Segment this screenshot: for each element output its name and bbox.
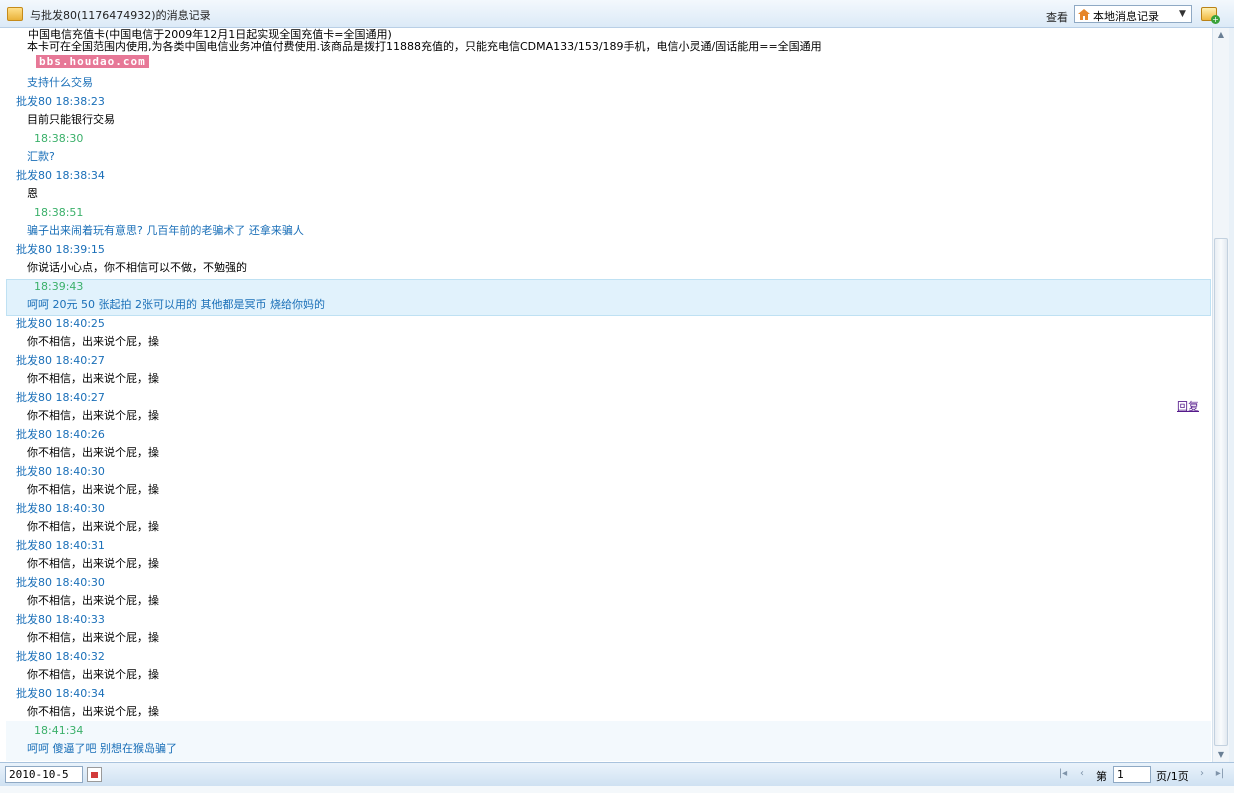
home-icon (1078, 9, 1090, 20)
contact-message: 你不相信，出来说个屁，操 (27, 483, 159, 496)
date-field[interactable]: 2010-10-5 (5, 766, 83, 783)
title-bar: 与批发80(1176474932)的消息记录 查看 本地消息记录 ▼ + (0, 0, 1234, 28)
contact-message: 你不相信，出来说个屁，操 (27, 631, 159, 644)
view-label: 查看 (1046, 11, 1068, 24)
sender-timestamp: 批发80 18:40:30 (16, 576, 105, 589)
contact-message: 你不相信，出来说个屁，操 (27, 557, 159, 570)
sender-timestamp: 批发80 18:40:34 (16, 687, 105, 700)
sender-timestamp: 批发80 18:40:32 (16, 650, 105, 663)
sender-timestamp: 批发80 18:40:30 (16, 465, 105, 478)
my-message: 汇款? (27, 150, 55, 163)
sender-timestamp: 批发80 18:38:34 (16, 169, 105, 182)
sender-timestamp: 批发80 18:38:23 (16, 95, 105, 108)
page-total: 页/1页 (1156, 770, 1189, 783)
first-page-icon[interactable]: |◂ (1056, 767, 1070, 781)
message-log: 中国电信充值卡(中国电信于2009年12月1日起实现全国充值卡=全国通用) 本卡… (0, 28, 1212, 762)
window-title: 与批发80(1176474932)的消息记录 (30, 9, 211, 22)
sender-timestamp: 批发80 18:40:25 (16, 317, 105, 330)
chevron-down-icon[interactable]: ▼ (1174, 6, 1191, 22)
contact-message: 你不相信，出来说个屁，操 (27, 409, 159, 422)
calendar-icon[interactable] (87, 767, 102, 782)
history-source-value: 本地消息记录 (1093, 10, 1159, 23)
contact-message: 目前只能银行交易 (27, 113, 115, 126)
window-frame-right (1229, 28, 1234, 762)
my-message: 呵呵 20元 50 张起拍 2张可以用的 其他都是冥币 烧给你妈的 (27, 298, 325, 311)
my-message: 支持什么交易 (27, 76, 93, 89)
add-contact-icon[interactable]: + (1201, 7, 1220, 24)
sender-timestamp: 批发80 18:40:31 (16, 539, 105, 552)
sender-timestamp: 批发80 18:40:33 (16, 613, 105, 626)
my-message: 骗子出来闹着玩有意思? 几百年前的老骗术了 还拿来骗人 (27, 224, 304, 237)
prev-page-icon[interactable]: ‹ (1075, 767, 1089, 781)
intro-line-2: 本卡可在全国范围内使用,为各类中国电信业务冲值付费使用.该商品是拨打11888充… (27, 40, 822, 53)
sender-timestamp: 批发80 18:40:27 (16, 391, 105, 404)
page-prefix: 第 (1096, 770, 1107, 783)
scrollbar-thumb[interactable] (1214, 238, 1228, 746)
chat-icon (7, 7, 23, 21)
contact-message: 你不相信，出来说个屁，操 (27, 705, 159, 718)
contact-message: 你说话小心点，你不相信可以不做，不勉强的 (27, 261, 247, 274)
my-message: 呵呵 傻逼了吧 别想在猴岛骗了 (27, 742, 177, 755)
my-timestamp: 18:38:30 (34, 132, 84, 145)
window-frame-bottom (0, 786, 1234, 793)
sender-timestamp: 批发80 18:40:26 (16, 428, 105, 441)
scroll-down-icon[interactable]: ▼ (1214, 748, 1228, 762)
contact-message: 你不相信，出来说个屁，操 (27, 335, 159, 348)
next-page-icon[interactable]: › (1195, 767, 1209, 781)
history-source-select[interactable]: 本地消息记录 ▼ (1074, 5, 1192, 23)
sender-timestamp: 批发80 18:40:30 (16, 502, 105, 515)
my-timestamp: 18:39:43 (34, 280, 84, 293)
sender-timestamp: 批发80 18:39:15 (16, 243, 105, 256)
vertical-scrollbar[interactable]: ▲ ▼ (1212, 28, 1229, 762)
contact-message: 你不相信，出来说个屁，操 (27, 520, 159, 533)
my-timestamp: 18:41:34 (34, 724, 84, 737)
bottom-toolbar: 2010-10-5 |◂ ‹ 第 1 页/1页 › ▸| (0, 762, 1234, 786)
contact-message: 你不相信，出来说个屁，操 (27, 594, 159, 607)
contact-message: 你不相信，出来说个屁，操 (27, 372, 159, 385)
page-number-input[interactable]: 1 (1113, 766, 1151, 783)
last-page-icon[interactable]: ▸| (1213, 767, 1227, 781)
contact-message: 你不相信，出来说个屁，操 (27, 668, 159, 681)
my-timestamp: 18:38:51 (34, 206, 84, 219)
contact-message: 恩 (27, 187, 38, 200)
contact-message: 你不相信，出来说个屁，操 (27, 446, 159, 459)
sender-timestamp: 批发80 18:40:27 (16, 354, 105, 367)
reply-link[interactable]: 回复 (1177, 398, 1199, 414)
scroll-up-icon[interactable]: ▲ (1214, 28, 1228, 42)
